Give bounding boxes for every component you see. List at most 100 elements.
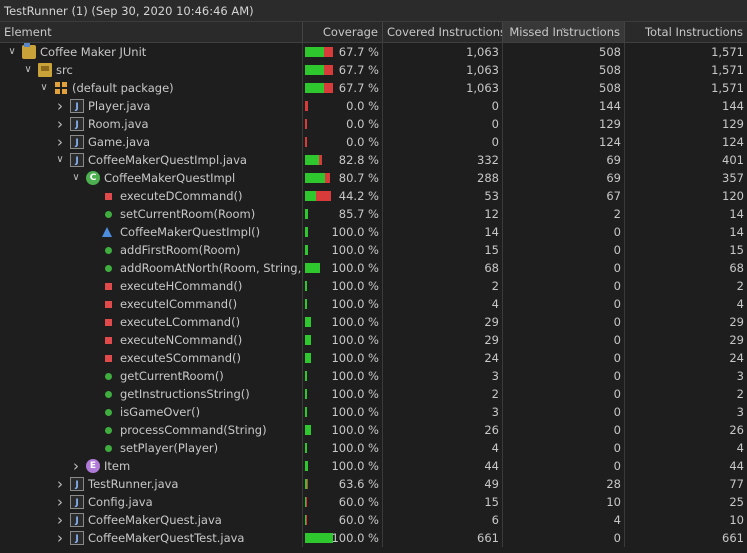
element-cell[interactable]: › J TestRunner.java bbox=[0, 475, 303, 493]
table-row[interactable]: addRoomAtNorth(Room, String, S 100.0 % 68 0… bbox=[0, 259, 747, 277]
chevron-right-icon[interactable]: › bbox=[54, 97, 66, 115]
table-row[interactable]: executeDCommand() 44.2 % 53 67 120 bbox=[0, 187, 747, 205]
table-row[interactable]: executeLCommand() 100.0 % 29 0 29 bbox=[0, 313, 747, 331]
missed-instructions: 508 bbox=[503, 61, 625, 79]
chevron-right-icon[interactable]: › bbox=[54, 475, 66, 493]
element-cell[interactable]: executeSCommand() bbox=[0, 349, 303, 367]
element-cell[interactable]: executeLCommand() bbox=[0, 313, 303, 331]
element-cell[interactable]: › J CoffeeMakerQuest.java bbox=[0, 511, 303, 529]
chevron-down-icon[interactable]: ∨ bbox=[6, 43, 18, 61]
element-cell[interactable]: CoffeeMakerQuestImpl() bbox=[0, 223, 303, 241]
element-cell[interactable]: isGameOver() bbox=[0, 403, 303, 421]
element-cell[interactable]: › J Game.java bbox=[0, 133, 303, 151]
element-cell[interactable]: executeNCommand() bbox=[0, 331, 303, 349]
column-header-missed-instructions[interactable]: ⌄ Missed Instructions bbox=[503, 22, 625, 42]
element-cell[interactable]: getCurrentRoom() bbox=[0, 367, 303, 385]
coverage-percent: 100.0 % bbox=[331, 441, 379, 455]
element-cell[interactable]: addFirstRoom(Room) bbox=[0, 241, 303, 259]
table-row[interactable]: getCurrentRoom() 100.0 % 3 0 3 bbox=[0, 367, 747, 385]
coverage-bar-covered bbox=[305, 209, 308, 219]
element-cell[interactable]: executeHCommand() bbox=[0, 277, 303, 295]
table-row[interactable]: › E Item 100.0 % 44 0 44 bbox=[0, 457, 747, 475]
covered-instructions: 12 bbox=[383, 205, 503, 223]
element-cell[interactable]: processCommand(String) bbox=[0, 421, 303, 439]
coverage-bar bbox=[305, 119, 333, 129]
element-name: executeSCommand() bbox=[120, 351, 241, 365]
element-cell[interactable]: addRoomAtNorth(Room, String, S bbox=[0, 259, 303, 277]
coverage-bar-covered bbox=[305, 191, 316, 201]
table-row[interactable]: › J CoffeeMakerQuest.java 60.0 % 6 4 10 bbox=[0, 511, 747, 529]
element-cell[interactable]: executeICommand() bbox=[0, 295, 303, 313]
element-name: addFirstRoom(Room) bbox=[120, 243, 241, 257]
table-row[interactable]: addFirstRoom(Room) 100.0 % 15 0 15 bbox=[0, 241, 747, 259]
table-row[interactable]: setCurrentRoom(Room) 85.7 % 12 2 14 bbox=[0, 205, 747, 223]
table-row[interactable]: › J CoffeeMakerQuestTest.java 100.0 % 661 0 66… bbox=[0, 529, 747, 547]
table-row[interactable]: ∨ src 67.7 % 1,063 508 1,571 bbox=[0, 61, 747, 79]
table-row[interactable]: CoffeeMakerQuestImpl() 100.0 % 14 0 14 bbox=[0, 223, 747, 241]
element-cell[interactable]: › J Player.java bbox=[0, 97, 303, 115]
table-row[interactable]: › J Player.java 0.0 % 0 144 144 bbox=[0, 97, 747, 115]
table-row[interactable]: › J Room.java 0.0 % 0 129 129 bbox=[0, 115, 747, 133]
table-row[interactable]: ∨ (default package) 67.7 % 1,063 508 1,571 bbox=[0, 79, 747, 97]
element-cell[interactable]: setCurrentRoom(Room) bbox=[0, 205, 303, 223]
table-row[interactable]: executeSCommand() 100.0 % 24 0 24 bbox=[0, 349, 747, 367]
chevron-right-icon[interactable]: › bbox=[54, 493, 66, 511]
missed-instructions: 0 bbox=[503, 331, 625, 349]
element-cell[interactable]: setPlayer(Player) bbox=[0, 439, 303, 457]
chevron-right-icon[interactable]: › bbox=[54, 133, 66, 151]
coverage-bar-missed bbox=[305, 137, 307, 147]
table-row[interactable]: › J Game.java 0.0 % 0 124 124 bbox=[0, 133, 747, 151]
chevron-down-icon[interactable]: ∨ bbox=[22, 61, 34, 79]
table-row[interactable]: executeHCommand() 100.0 % 2 0 2 bbox=[0, 277, 747, 295]
column-header-coverage[interactable]: Coverage bbox=[303, 22, 383, 42]
element-cell[interactable]: ∨ C CoffeeMakerQuestImpl bbox=[0, 169, 303, 187]
table-row[interactable]: executeICommand() 100.0 % 4 0 4 bbox=[0, 295, 747, 313]
chevron-right-icon[interactable]: › bbox=[54, 115, 66, 133]
element-cell[interactable]: › E Item bbox=[0, 457, 303, 475]
element-cell[interactable]: › J Room.java bbox=[0, 115, 303, 133]
column-header-element[interactable]: Element bbox=[0, 22, 303, 42]
missed-instructions: 0 bbox=[503, 349, 625, 367]
coverage-bar bbox=[305, 47, 333, 57]
covered-instructions: 68 bbox=[383, 259, 503, 277]
table-row[interactable]: › J TestRunner.java 63.6 % 49 28 77 bbox=[0, 475, 747, 493]
element-cell[interactable]: ∨ Coffee Maker JUnit bbox=[0, 43, 303, 61]
table-row[interactable]: isGameOver() 100.0 % 3 0 3 bbox=[0, 403, 747, 421]
column-header-total-instructions[interactable]: Total Instructions bbox=[625, 22, 747, 42]
table-row[interactable]: › J Config.java 60.0 % 15 10 25 bbox=[0, 493, 747, 511]
coverage-percent: 80.7 % bbox=[338, 171, 379, 185]
chevron-right-icon[interactable]: › bbox=[54, 529, 66, 547]
element-cell[interactable]: › J CoffeeMakerQuestTest.java bbox=[0, 529, 303, 547]
total-instructions: 129 bbox=[722, 117, 744, 131]
element-cell[interactable]: executeDCommand() bbox=[0, 187, 303, 205]
table-row[interactable]: processCommand(String) 100.0 % 26 0 26 bbox=[0, 421, 747, 439]
table-row[interactable]: executeNCommand() 100.0 % 29 0 29 bbox=[0, 331, 747, 349]
coverage-percent: 100.0 % bbox=[331, 387, 379, 401]
element-cell[interactable]: ∨ (default package) bbox=[0, 79, 303, 97]
total-instructions: 14 bbox=[729, 225, 744, 239]
coverage-bar bbox=[305, 155, 333, 165]
covered-instructions: 44 bbox=[383, 457, 503, 475]
coverage-tree[interactable]: ∨ Coffee Maker JUnit 67.7 % 1,063 508 1,571 ∨ s… bbox=[0, 43, 747, 547]
coverage-bar bbox=[305, 101, 333, 111]
covered-instructions: 24 bbox=[383, 349, 503, 367]
element-cell[interactable]: ∨ src bbox=[0, 61, 303, 79]
table-row[interactable]: ∨ Coffee Maker JUnit 67.7 % 1,063 508 1,571 bbox=[0, 43, 747, 61]
element-cell[interactable]: getInstructionsString() bbox=[0, 385, 303, 403]
total-instructions: 14 bbox=[729, 207, 744, 221]
chevron-down-icon[interactable]: ∨ bbox=[38, 79, 50, 97]
element-cell[interactable]: › J Config.java bbox=[0, 493, 303, 511]
table-row[interactable]: ∨ J CoffeeMakerQuestImpl.java 82.8 % 332 69 40… bbox=[0, 151, 747, 169]
chevron-right-icon[interactable]: › bbox=[70, 457, 82, 475]
coverage-bar bbox=[305, 371, 333, 381]
table-row[interactable]: setPlayer(Player) 100.0 % 4 0 4 bbox=[0, 439, 747, 457]
coverage-bar-covered bbox=[305, 299, 307, 309]
column-header-covered-instructions[interactable]: Covered Instructions bbox=[383, 22, 503, 42]
chevron-down-icon[interactable]: ∨ bbox=[54, 151, 66, 169]
missed-instructions: 0 bbox=[503, 403, 625, 421]
chevron-down-icon[interactable]: ∨ bbox=[70, 169, 82, 187]
table-row[interactable]: ∨ C CoffeeMakerQuestImpl 80.7 % 288 69 357 bbox=[0, 169, 747, 187]
table-row[interactable]: getInstructionsString() 100.0 % 2 0 2 bbox=[0, 385, 747, 403]
element-cell[interactable]: ∨ J CoffeeMakerQuestImpl.java bbox=[0, 151, 303, 169]
chevron-right-icon[interactable]: › bbox=[54, 511, 66, 529]
